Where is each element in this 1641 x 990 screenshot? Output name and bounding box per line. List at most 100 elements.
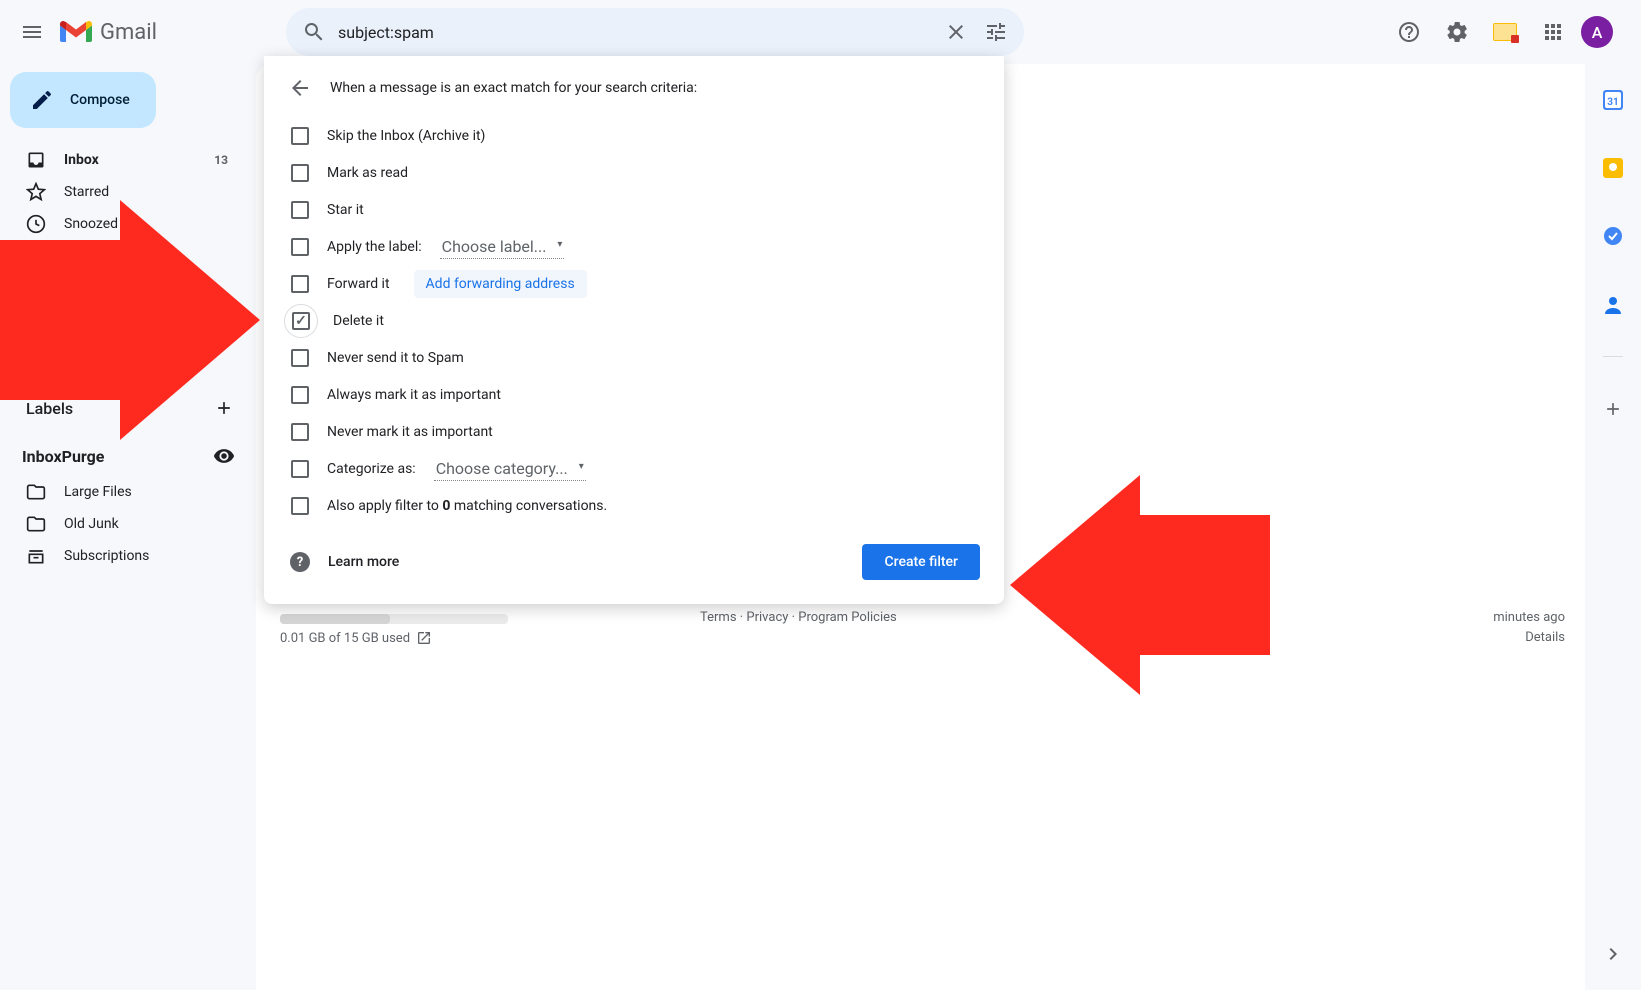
terms-link[interactable]: Terms — [700, 610, 737, 625]
sidebar-item-old-junk[interactable]: Old Junk — [0, 508, 240, 540]
checkbox-skip-inbox[interactable] — [291, 127, 309, 145]
arrow-left-icon — [288, 76, 312, 100]
tasks-icon — [1603, 226, 1623, 246]
filter-label: Also apply filter to 0 matching conversa… — [327, 498, 607, 514]
subscriptions-icon — [26, 546, 46, 566]
google-apps-button[interactable] — [1533, 12, 1573, 52]
filter-label: Mark as read — [327, 165, 408, 181]
tune-icon — [984, 20, 1008, 44]
filter-label: Skip the Inbox (Archive it) — [327, 128, 485, 144]
filter-option-forward: Forward it Add forwarding address — [288, 266, 980, 302]
clear-search-button[interactable] — [936, 12, 976, 52]
checkbox-never-important[interactable] — [291, 423, 309, 441]
back-button[interactable] — [288, 76, 312, 100]
open-external-icon[interactable] — [416, 630, 432, 646]
support-button[interactable] — [1389, 12, 1429, 52]
calendar-app-button[interactable]: 31 — [1593, 80, 1633, 120]
account-activity: minutes ago Details — [1493, 608, 1565, 647]
pencil-icon — [30, 88, 54, 112]
filter-option-never-important: Never mark it as important — [288, 414, 980, 450]
checkbox-also-apply[interactable] — [291, 497, 309, 515]
sidebar-item-subscriptions[interactable]: Subscriptions — [0, 540, 240, 572]
filter-actions-panel: When a message is an exact match for you… — [264, 56, 1004, 604]
mail-notification-icon — [1493, 23, 1517, 41]
apps-grid-icon — [1541, 20, 1565, 44]
search-input[interactable] — [334, 23, 936, 42]
search-button[interactable] — [294, 12, 334, 52]
checkbox-mark-read[interactable] — [291, 164, 309, 182]
sidebar-item-label: Inbox — [64, 152, 99, 168]
compose-button[interactable]: Compose — [10, 72, 156, 128]
choose-category-dropdown[interactable]: Choose category... — [434, 457, 586, 481]
filter-option-delete: Delete it — [288, 303, 980, 339]
storage-usage: 0.01 GB of 15 GB used — [280, 630, 432, 646]
sidebar-item-label: Starred — [64, 184, 109, 200]
gear-icon — [1445, 20, 1469, 44]
filter-option-apply-label: Apply the label: Choose label... — [288, 229, 980, 265]
checkbox-always-important[interactable] — [291, 386, 309, 404]
close-icon — [944, 20, 968, 44]
sidebar-item-large-files[interactable]: Large Files — [0, 476, 240, 508]
search-options-button[interactable] — [976, 12, 1016, 52]
filter-option-skip-inbox: Skip the Inbox (Archive it) — [288, 118, 980, 154]
filter-option-star: Star it — [288, 192, 980, 228]
mail-notification-button[interactable] — [1485, 12, 1525, 52]
compose-label: Compose — [70, 92, 130, 108]
checkbox-apply-label[interactable] — [291, 238, 309, 256]
filter-label: Never send it to Spam — [327, 350, 464, 366]
side-panel-expand-button[interactable] — [1593, 934, 1633, 974]
gmail-logo[interactable]: Gmail — [56, 20, 256, 45]
side-divider — [1603, 356, 1623, 357]
keep-app-button[interactable] — [1593, 148, 1633, 188]
calendar-icon: 31 — [1603, 90, 1623, 110]
filter-option-always-important: Always mark it as important — [288, 377, 980, 413]
add-forwarding-address-link[interactable]: Add forwarding address — [414, 270, 587, 298]
search-bar — [286, 8, 1024, 56]
choose-label-dropdown[interactable]: Choose label... — [440, 235, 565, 259]
tasks-app-button[interactable] — [1593, 216, 1633, 256]
filter-label: Star it — [327, 202, 364, 218]
filter-option-never-spam: Never send it to Spam — [288, 340, 980, 376]
account-avatar[interactable]: A — [1581, 16, 1613, 48]
checkbox-never-spam[interactable] — [291, 349, 309, 367]
program-policies-link[interactable]: Program Policies — [798, 610, 896, 625]
file-icon — [26, 482, 46, 502]
filter-panel-title: When a message is an exact match for you… — [330, 80, 697, 96]
filter-label: Forward it — [327, 276, 390, 292]
side-panel: 31 — [1585, 64, 1641, 990]
main-menu-button[interactable] — [8, 8, 56, 56]
folder-icon — [26, 514, 46, 534]
svg-text:31: 31 — [1607, 97, 1618, 108]
details-link[interactable]: Details — [1525, 630, 1565, 645]
contacts-icon — [1603, 294, 1623, 314]
annotation-arrow-left — [0, 200, 270, 460]
product-name: Gmail — [100, 20, 157, 45]
privacy-link[interactable]: Privacy — [746, 610, 788, 625]
checkbox-delete[interactable] — [292, 312, 310, 330]
sidebar-item-inbox[interactable]: Inbox 13 — [0, 144, 240, 176]
learn-more-link[interactable]: ? Learn more — [288, 552, 399, 572]
chevron-right-icon — [1601, 942, 1625, 966]
horizontal-scroll-track[interactable] — [280, 614, 508, 624]
help-icon: ? — [290, 552, 310, 572]
filter-option-categorize: Categorize as: Choose category... — [288, 451, 980, 487]
plus-icon — [1603, 399, 1623, 419]
sidebar-item-label: Old Junk — [64, 516, 119, 532]
filter-label: Categorize as: — [327, 461, 416, 477]
keep-icon — [1603, 158, 1623, 178]
checkbox-categorize[interactable] — [291, 460, 309, 478]
settings-button[interactable] — [1437, 12, 1477, 52]
sidebar-item-label: Subscriptions — [64, 548, 149, 564]
checkbox-forward[interactable] — [291, 275, 309, 293]
star-icon — [26, 182, 46, 202]
inbox-icon — [26, 150, 46, 170]
inbox-count: 13 — [214, 153, 228, 167]
checkbox-star[interactable] — [291, 201, 309, 219]
get-addons-button[interactable] — [1593, 389, 1633, 429]
create-filter-button[interactable]: Create filter — [862, 544, 980, 580]
help-icon — [1397, 20, 1421, 44]
filter-label: Apply the label: — [327, 239, 422, 255]
contacts-app-button[interactable] — [1593, 284, 1633, 324]
filter-option-also-apply: Also apply filter to 0 matching conversa… — [288, 488, 980, 524]
scroll-thumb[interactable] — [280, 614, 390, 624]
